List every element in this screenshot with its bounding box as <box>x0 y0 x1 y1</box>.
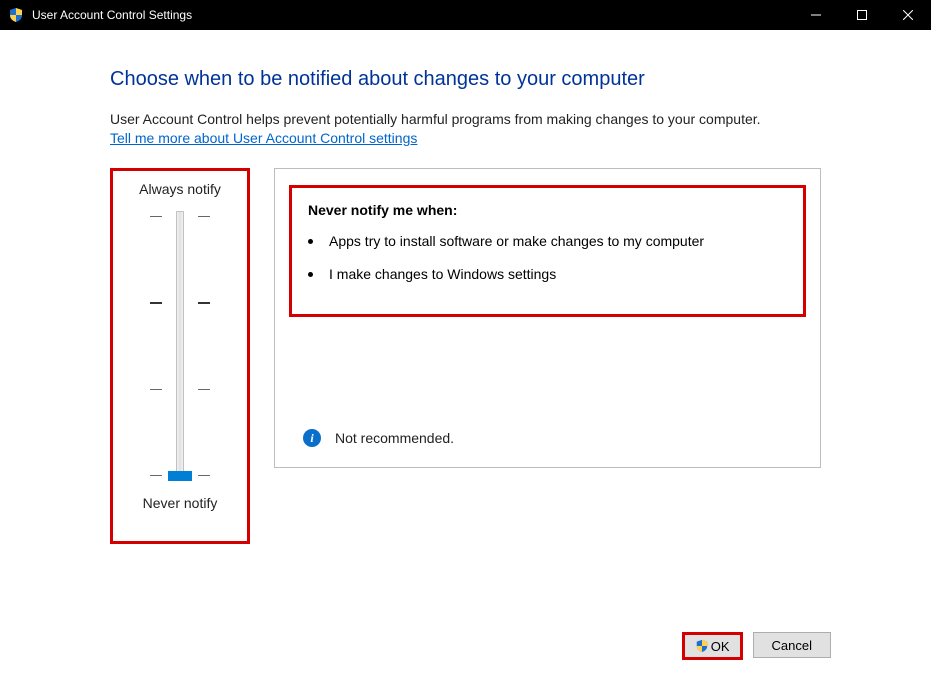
slider-thumb[interactable] <box>168 471 192 481</box>
cancel-label: Cancel <box>772 638 812 653</box>
close-icon <box>903 10 913 20</box>
notify-item: I make changes to Windows settings <box>308 265 787 284</box>
ok-button[interactable]: OK <box>682 632 743 660</box>
ok-label: OK <box>711 639 730 654</box>
minimize-icon <box>811 10 821 20</box>
help-link[interactable]: Tell me more about User Account Control … <box>110 130 417 146</box>
notify-item-text: Apps try to install software or make cha… <box>329 232 704 251</box>
uac-slider[interactable] <box>150 211 210 481</box>
notify-title: Never notify me when: <box>308 202 787 218</box>
maximize-button[interactable] <box>839 0 885 30</box>
slider-label-always: Always notify <box>119 181 241 197</box>
notification-slider-area: Always notify Never notify <box>110 168 250 544</box>
page-heading: Choose when to be notified about changes… <box>110 68 821 91</box>
slider-track <box>176 211 184 481</box>
info-panel: Never notify me when: Apps try to instal… <box>274 168 821 468</box>
notify-item: Apps try to install software or make cha… <box>308 232 787 251</box>
window-controls <box>793 0 931 30</box>
minimize-button[interactable] <box>793 0 839 30</box>
notify-item-text: I make changes to Windows settings <box>329 265 556 284</box>
close-button[interactable] <box>885 0 931 30</box>
bullet-icon <box>308 239 313 244</box>
bullet-icon <box>308 272 313 277</box>
info-icon: i <box>303 429 321 447</box>
shield-icon <box>8 7 24 23</box>
maximize-icon <box>857 10 867 20</box>
notification-description: Never notify me when: Apps try to instal… <box>289 185 806 317</box>
shield-icon <box>695 639 709 653</box>
titlebar: User Account Control Settings <box>0 0 931 30</box>
window-title: User Account Control Settings <box>32 8 793 22</box>
intro-text: User Account Control helps prevent poten… <box>110 111 821 127</box>
cancel-button[interactable]: Cancel <box>753 632 831 658</box>
slider-label-never: Never notify <box>119 495 241 511</box>
recommendation-row: i Not recommended. <box>289 429 806 453</box>
recommendation-text: Not recommended. <box>335 430 454 446</box>
